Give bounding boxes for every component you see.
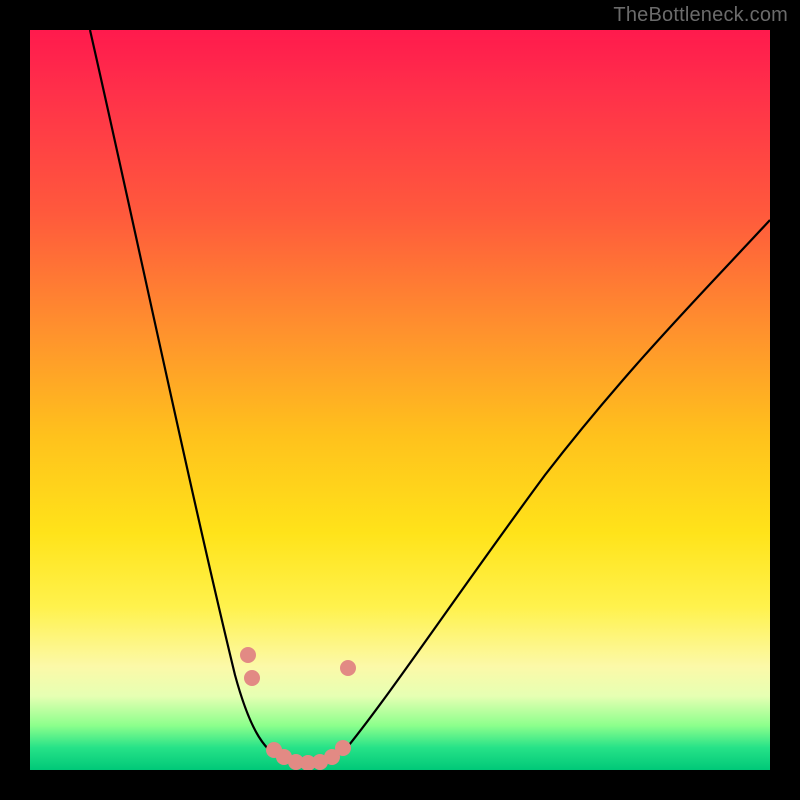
chart-plot-area [30,30,770,770]
marker-left-dot-2 [244,670,260,686]
marker-left-dot-1 [240,647,256,663]
watermark-text: TheBottleneck.com [613,4,788,27]
marker-right-dot-1 [340,660,356,676]
chart-svg [30,30,770,770]
chart-frame: TheBottleneck.com [0,0,800,800]
bottleneck-curve [90,30,770,765]
marker-floor-dot-7 [335,740,351,756]
